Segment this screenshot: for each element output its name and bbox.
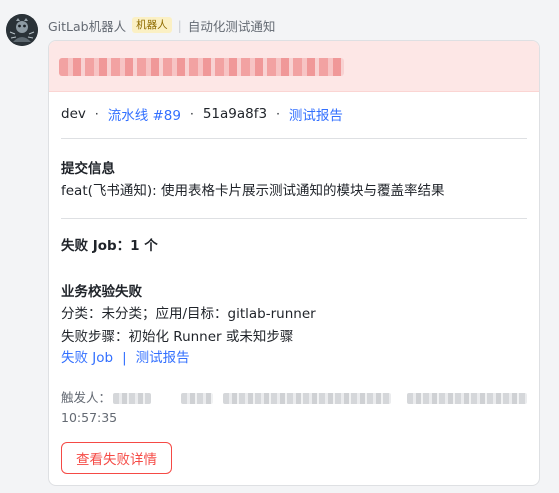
failed-step-line: 失败步骤：初始化 Runner 或未知步骤: [61, 329, 294, 345]
blurred-card-title: [59, 58, 344, 76]
divider: [61, 218, 527, 219]
view-failure-details-button[interactable]: 查看失败详情: [61, 442, 172, 474]
failed-jobs-title: 失败 Job：1 个: [61, 238, 158, 254]
sender-name[interactable]: GitLab机器人: [48, 16, 126, 35]
trigger-label: 触发人：: [61, 390, 112, 405]
business-report-link[interactable]: 测试报告: [136, 347, 190, 369]
blurred-trigger-detail: [223, 392, 392, 404]
header-separator: |: [177, 17, 182, 33]
link-separator: |: [122, 350, 127, 366]
blurred-trigger-detail: [181, 392, 214, 404]
blurred-trigger-name: [113, 392, 152, 404]
commit-info-title: 提交信息: [61, 161, 115, 177]
sender-subtitle: 自动化测试通知: [187, 18, 276, 34]
commit-hash: 51a9a8f3: [202, 106, 268, 122]
sender-avatar[interactable]: [6, 14, 38, 46]
commit-message: feat(飞书通知): 使用表格卡片展示测试通知的模块与覆盖率结果: [61, 183, 445, 199]
trigger-info: 触发人： 10:57:35: [61, 388, 531, 428]
meta-dot: ·: [94, 107, 99, 121]
chat-message: GitLab机器人 机器人 | 自动化测试通知 dev · 流水线 #89 · …: [0, 0, 559, 493]
report-link[interactable]: 测试报告: [289, 104, 343, 124]
failed-job-link[interactable]: 失败 Job: [61, 347, 113, 369]
pipeline-link[interactable]: 流水线 #89: [108, 104, 181, 124]
meta-dot: ·: [189, 107, 194, 121]
message-header: GitLab机器人 机器人 | 自动化测试通知: [48, 15, 275, 35]
business-check-title: 业务校验失败: [61, 284, 142, 300]
category-line: 分类：未分类；应用/目标：gitlab-runner: [61, 306, 316, 322]
business-links-row: 失败 Job | 测试报告: [61, 347, 190, 369]
bot-badge: 机器人: [132, 17, 172, 33]
branch-name: dev: [61, 106, 86, 122]
meta-dot: ·: [276, 107, 280, 121]
trigger-time: 10:57:35: [61, 410, 118, 425]
blurred-trigger-detail: [407, 392, 528, 404]
pipeline-meta-row: dev · 流水线 #89 · 51a9a8f3 · 测试报告: [61, 103, 343, 125]
divider: [61, 138, 527, 139]
card-header: [49, 41, 539, 92]
notification-card: dev · 流水线 #89 · 51a9a8f3 · 测试报告 提交信息 fea…: [48, 40, 540, 486]
